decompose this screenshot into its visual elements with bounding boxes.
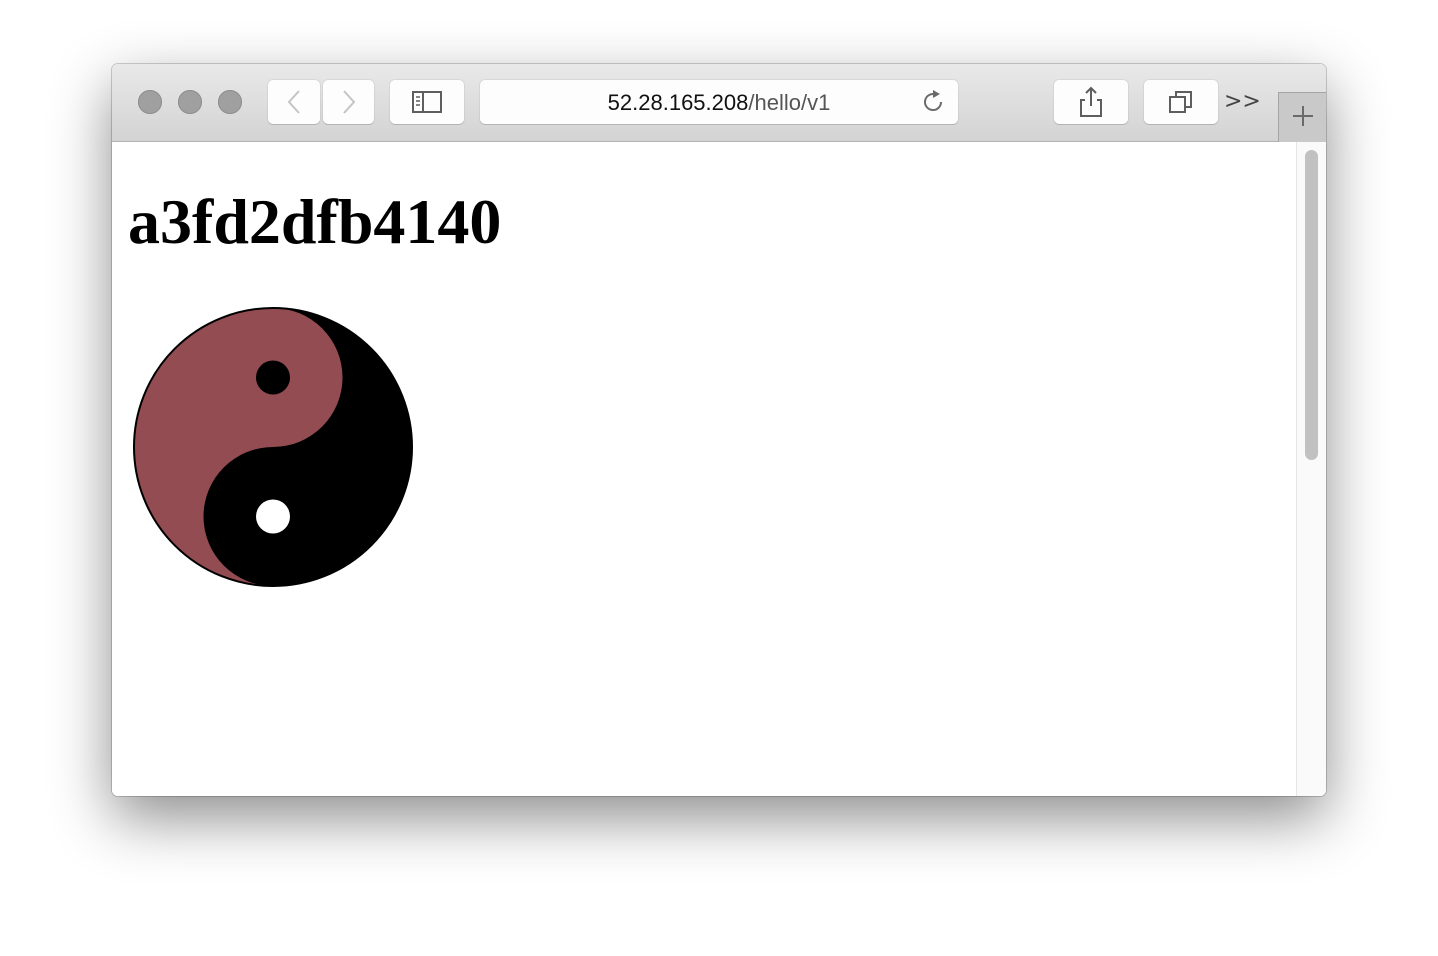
back-button[interactable]	[268, 80, 320, 124]
vertical-scrollbar[interactable]	[1296, 142, 1326, 796]
minimize-window-button[interactable]	[178, 90, 202, 114]
tab-overview-icon	[1168, 89, 1194, 115]
sidebar-toggle-button[interactable]	[390, 80, 464, 124]
chevron-right-icon	[342, 89, 356, 115]
share-button[interactable]	[1054, 80, 1128, 124]
zoom-window-button[interactable]	[218, 90, 242, 114]
yinyang-dark-dot	[256, 360, 290, 395]
close-window-button[interactable]	[138, 90, 162, 114]
address-bar[interactable]: 52.28.165.208/hello/v1	[480, 80, 958, 124]
chevron-left-icon	[287, 89, 301, 115]
url-path: /hello/v1	[748, 90, 831, 115]
scrollbar-thumb[interactable]	[1305, 150, 1318, 460]
yin-yang-image	[133, 307, 413, 587]
browser-window: 52.28.165.208/hello/v1 >> a3fd2dfb4140	[112, 64, 1326, 796]
plus-icon	[1291, 104, 1315, 133]
page-content: a3fd2dfb4140	[112, 142, 1296, 796]
reload-icon[interactable]	[920, 89, 946, 120]
toolbar-overflow-button[interactable]: >>	[1224, 90, 1261, 114]
page-heading: a3fd2dfb4140	[128, 186, 502, 257]
new-tab-button[interactable]	[1278, 92, 1326, 143]
forward-button[interactable]	[323, 80, 374, 124]
tab-overview-button[interactable]	[1144, 80, 1218, 124]
yinyang-light-dot	[256, 499, 290, 534]
share-icon	[1078, 86, 1104, 118]
sidebar-icon	[412, 91, 442, 113]
browser-toolbar: 52.28.165.208/hello/v1 >>	[112, 64, 1326, 143]
url-text: 52.28.165.208/hello/v1	[480, 91, 958, 115]
url-host: 52.28.165.208	[607, 90, 749, 115]
